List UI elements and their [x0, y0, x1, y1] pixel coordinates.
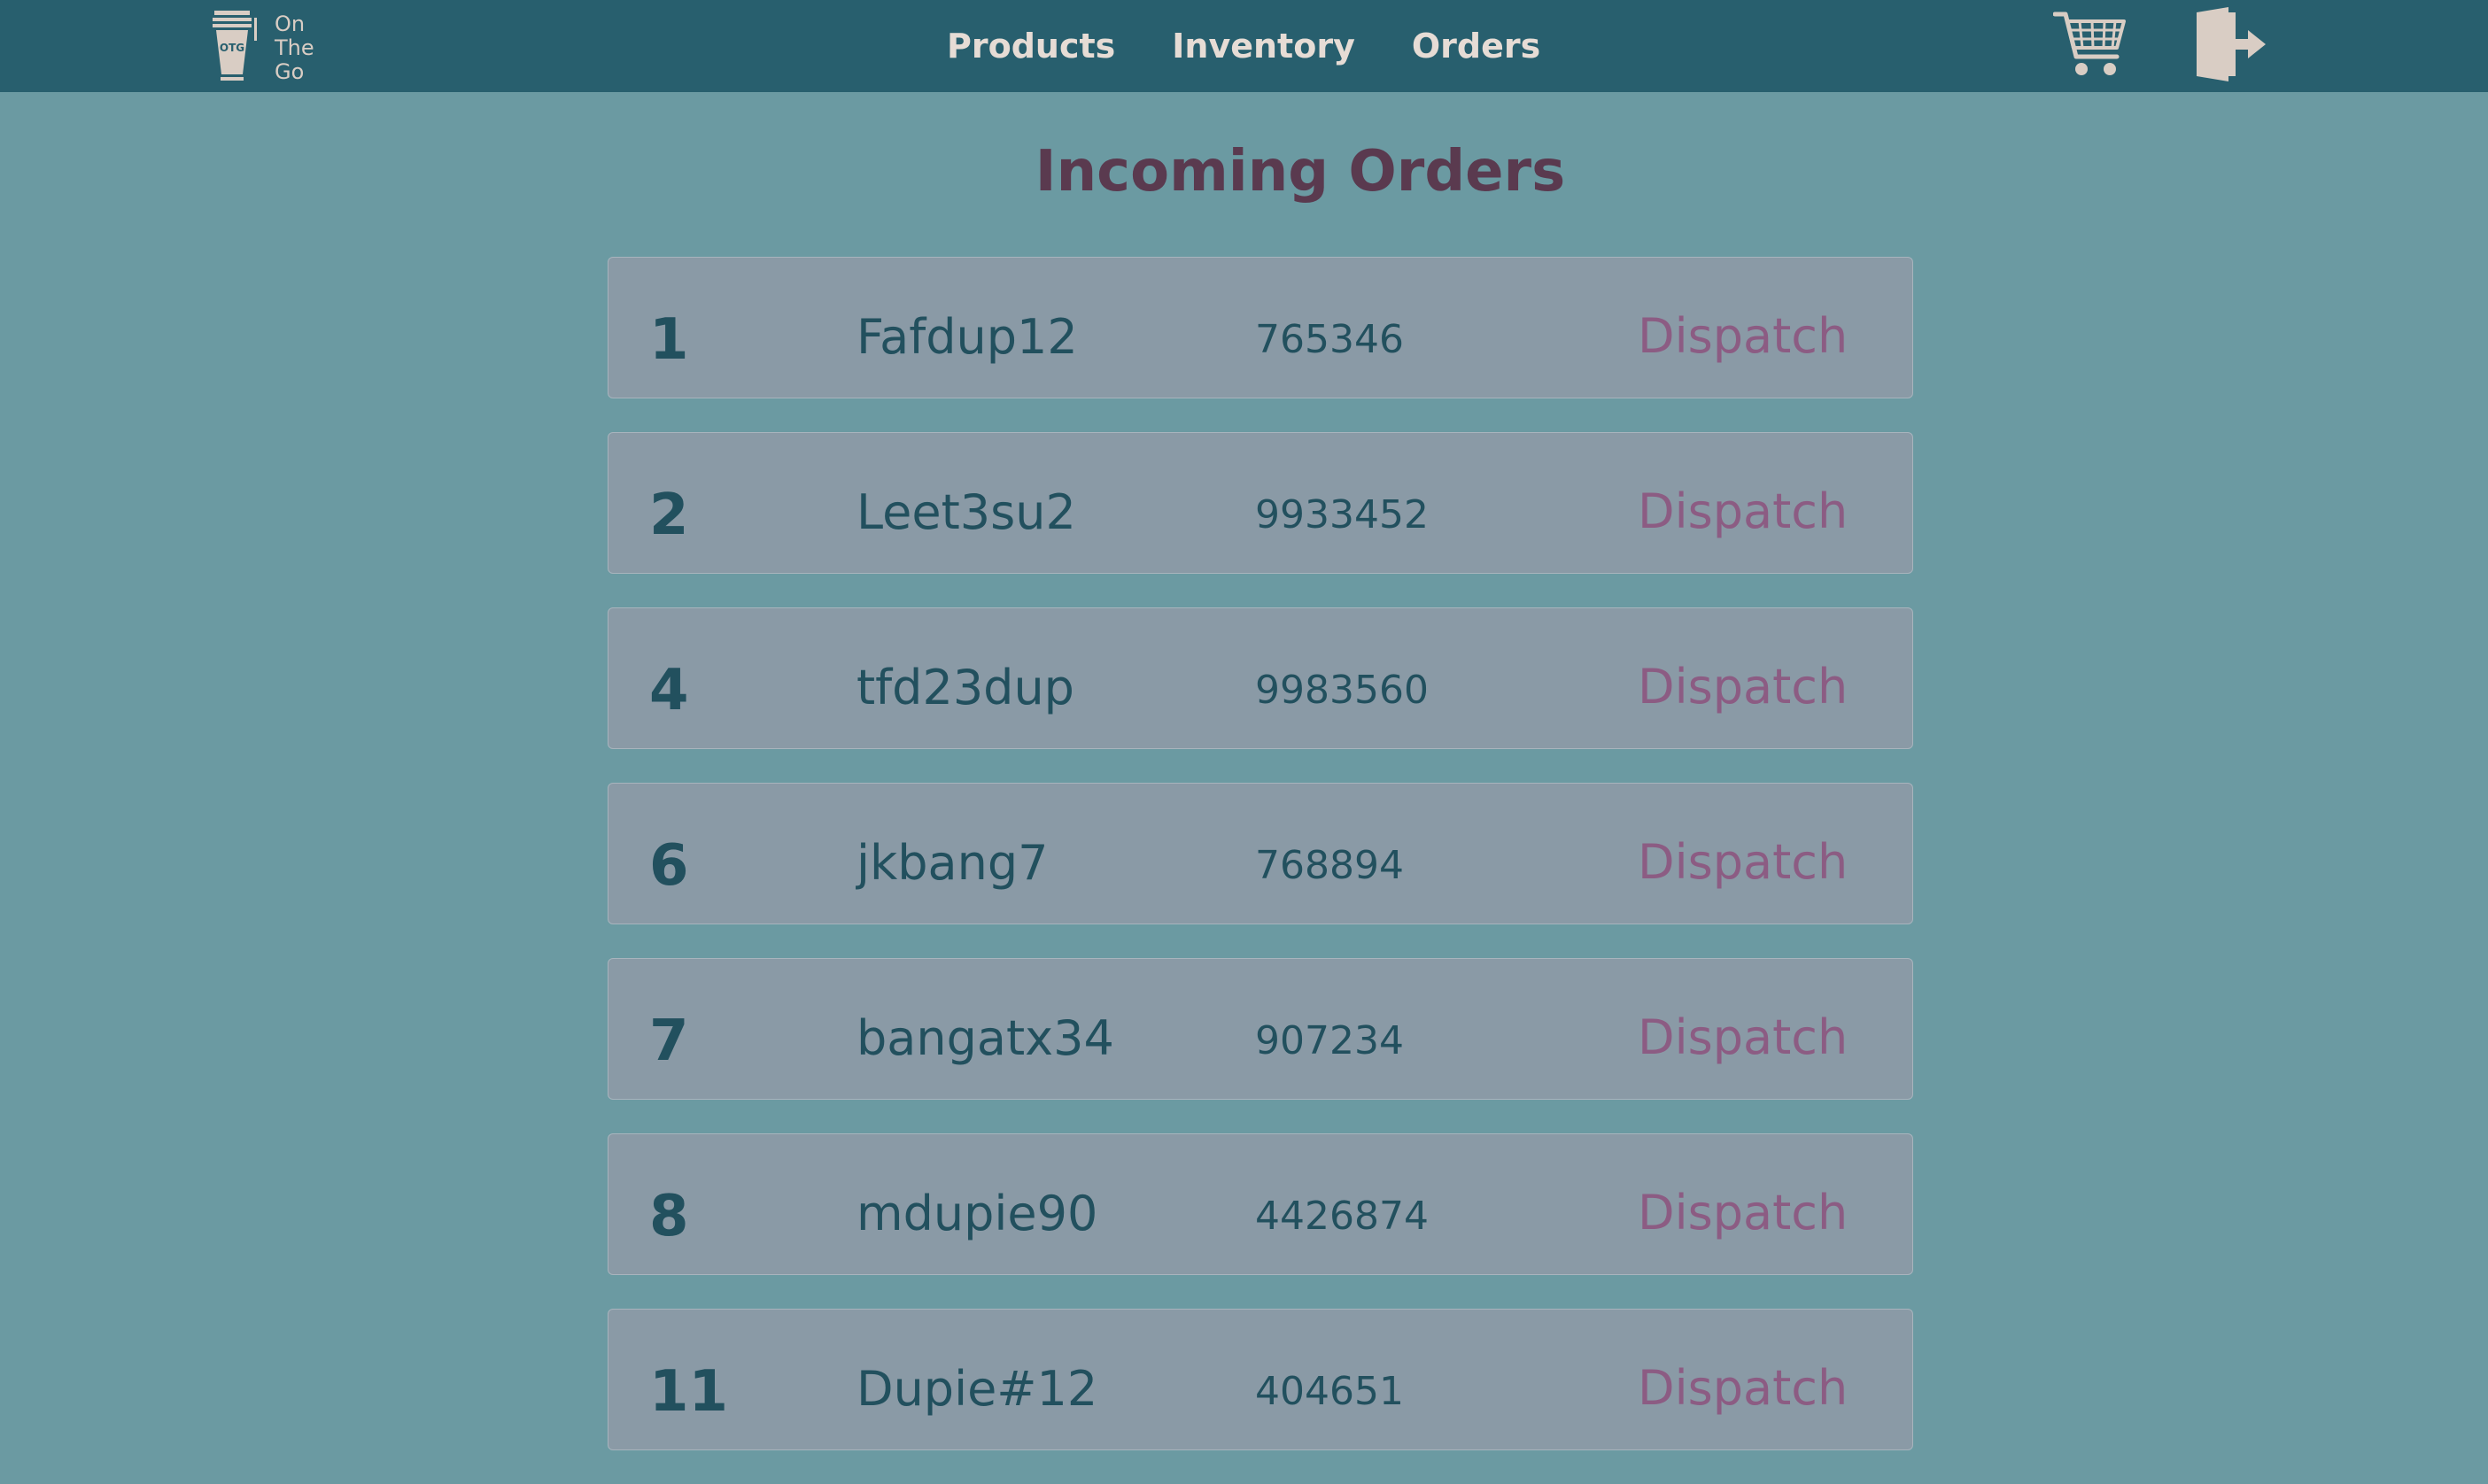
logo-line-on: On — [275, 12, 306, 36]
order-row: 2 Leet3su2 9933452 Dispatch — [608, 432, 1913, 574]
order-id: 6 — [649, 833, 689, 899]
order-username: jkbang7 — [856, 835, 1049, 891]
dispatch-button[interactable]: Dispatch — [1638, 1134, 1848, 1292]
order-username: Dupie#12 — [856, 1361, 1098, 1417]
main-nav: Products Inventory Orders — [947, 0, 1597, 92]
order-number: 768894 — [1255, 843, 1404, 888]
order-row: 1 Fafdup12 765346 Dispatch — [608, 257, 1913, 398]
nav-products-link[interactable]: Products — [947, 27, 1115, 66]
order-id: 7 — [649, 1009, 689, 1074]
order-number: 907234 — [1255, 1018, 1404, 1063]
brand-logo[interactable]: OTG On The Go — [213, 7, 328, 85]
nav-orders-link[interactable]: Orders — [1412, 27, 1540, 66]
coffee-cup-icon: OTG — [213, 11, 257, 81]
order-username: Fafdup12 — [856, 309, 1078, 365]
order-id: 1 — [649, 307, 689, 373]
order-number: 9983560 — [1255, 668, 1429, 713]
dispatch-button[interactable]: Dispatch — [1638, 433, 1848, 591]
order-number: 4426874 — [1255, 1194, 1429, 1239]
logo-line-go: Go — [275, 59, 305, 84]
logo-badge: OTG — [220, 42, 244, 54]
order-id: 2 — [649, 483, 689, 548]
shopping-cart-icon[interactable] — [2053, 9, 2128, 80]
page-title: Incoming Orders — [1035, 139, 1566, 205]
dispatch-button[interactable]: Dispatch — [1638, 784, 1848, 941]
dispatch-button[interactable]: Dispatch — [1638, 959, 1848, 1117]
order-row: 11 Dupie#12 404651 Dispatch — [608, 1309, 1913, 1450]
logo-line-the: The — [275, 35, 314, 60]
order-row: 6 jkbang7 768894 Dispatch — [608, 783, 1913, 924]
order-number: 404651 — [1255, 1369, 1404, 1414]
order-row: 4 tfd23dup 9983560 Dispatch — [608, 607, 1913, 749]
logout-door-icon[interactable] — [2191, 7, 2267, 81]
order-username: Leet3su2 — [856, 484, 1076, 540]
order-row: 8 mdupie90 4426874 Dispatch — [608, 1133, 1913, 1275]
order-username: mdupie90 — [856, 1186, 1098, 1241]
logo-text: On The Go — [275, 12, 337, 84]
order-number: 9933452 — [1255, 492, 1429, 537]
order-id: 8 — [649, 1184, 689, 1249]
order-id: 11 — [649, 1359, 729, 1425]
top-navbar: OTG On The Go Products Inventory Orders — [0, 0, 2488, 92]
orders-list: 1 Fafdup12 765346 Dispatch 2 Leet3su2 99… — [608, 257, 1915, 1484]
dispatch-button[interactable]: Dispatch — [1638, 1310, 1848, 1467]
order-id: 4 — [649, 658, 689, 723]
order-row: 7 bangatx34 907234 Dispatch — [608, 958, 1913, 1100]
dispatch-button[interactable]: Dispatch — [1638, 258, 1848, 415]
order-number: 765346 — [1255, 317, 1404, 362]
order-username: tfd23dup — [856, 660, 1074, 715]
dispatch-button[interactable]: Dispatch — [1638, 608, 1848, 766]
nav-inventory-link[interactable]: Inventory — [1172, 27, 1355, 66]
order-username: bangatx34 — [856, 1010, 1114, 1066]
